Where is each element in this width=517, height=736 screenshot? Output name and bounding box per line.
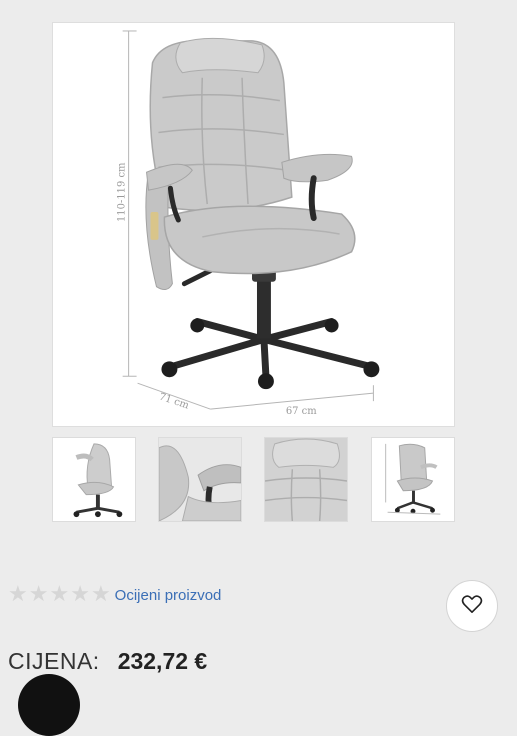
- star-icon[interactable]: ★: [49, 584, 69, 606]
- thumbnail-armrest-detail[interactable]: [158, 437, 242, 522]
- depth-dimension-label: 71 cm: [158, 392, 191, 412]
- price-row: CIJENA: 232,72 €: [8, 648, 207, 675]
- star-icon[interactable]: ★: [29, 584, 49, 606]
- heart-icon: [461, 594, 483, 619]
- add-to-wishlist-button[interactable]: [446, 580, 498, 632]
- star-icon[interactable]: ★: [91, 584, 111, 606]
- width-dimension-label: 67 cm: [286, 406, 317, 417]
- price-value: 232,72 €: [117, 648, 208, 674]
- price-label: CIJENA:: [8, 648, 100, 674]
- rate-product-link[interactable]: Ocijeni proizvod: [115, 587, 222, 604]
- chat-button[interactable]: [18, 674, 80, 736]
- thumbnail-dimensions[interactable]: [371, 437, 455, 522]
- thumbnail-gallery: [52, 437, 455, 522]
- thumbnail-backrest-detail[interactable]: [264, 437, 348, 522]
- thumbnail-side-view[interactable]: [52, 437, 136, 522]
- star-icon[interactable]: ★: [70, 584, 90, 606]
- product-main-image[interactable]: 110-119 cm 71 cm 67 cm: [52, 22, 455, 427]
- product-rating: ★ ★ ★ ★ ★ Ocijeni proizvod: [8, 584, 221, 606]
- height-dimension-label: 110-119 cm: [117, 162, 128, 222]
- star-icon[interactable]: ★: [8, 584, 28, 606]
